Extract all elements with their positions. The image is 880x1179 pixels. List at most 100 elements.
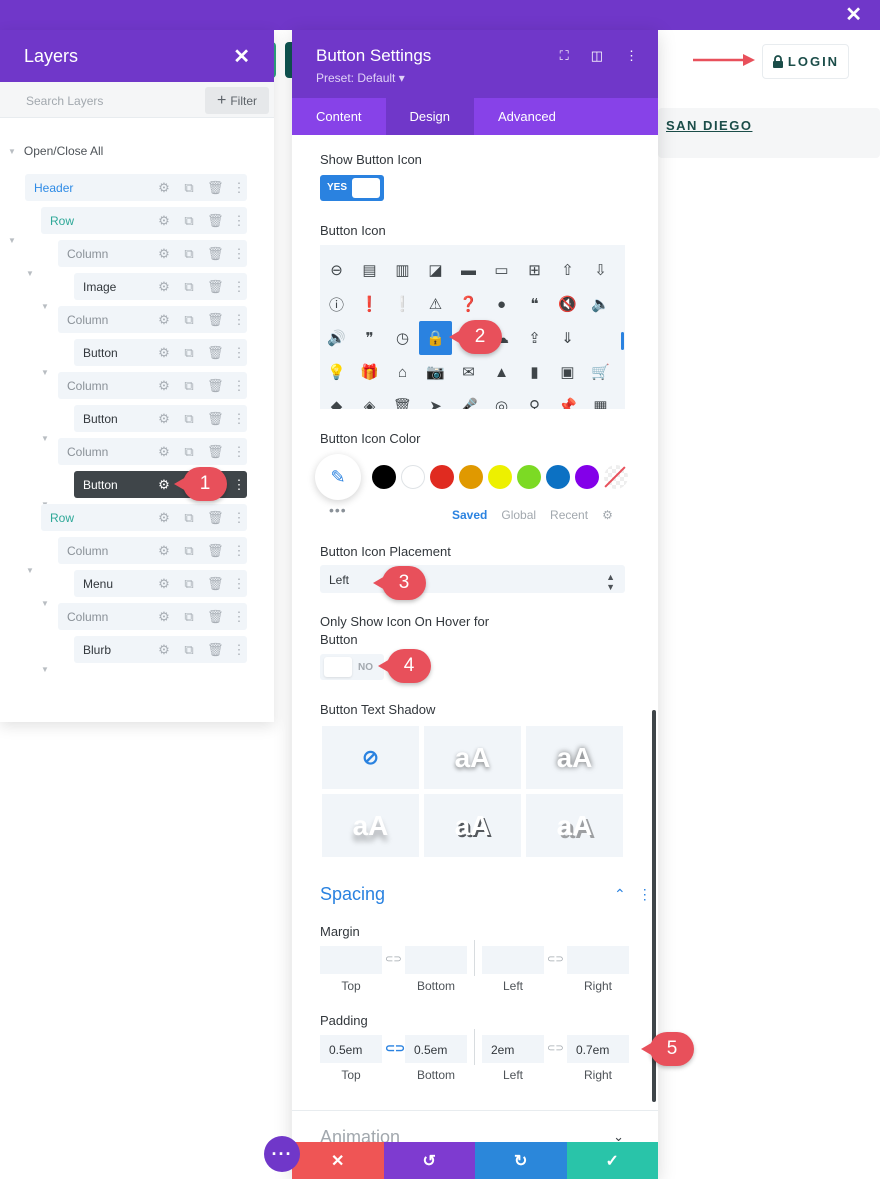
- shadow-preset[interactable]: aA: [424, 794, 521, 857]
- folder-up-icon[interactable]: ⇧: [551, 253, 584, 287]
- gear-icon[interactable]: ⚙: [157, 312, 171, 328]
- duplicate-icon[interactable]: ⧉: [182, 213, 196, 229]
- margin-top-input[interactable]: [320, 946, 382, 974]
- duplicate-icon[interactable]: ⧉: [182, 246, 196, 262]
- document-lines-icon[interactable]: ▥: [386, 253, 419, 287]
- gear-icon[interactable]: ⚙: [157, 477, 171, 493]
- no-shadow-icon[interactable]: ⊘: [322, 726, 419, 789]
- trash-icon[interactable]: 🗑: [207, 279, 224, 295]
- duplicate-icon[interactable]: ⧉: [182, 180, 196, 196]
- shadow-preset[interactable]: aA: [526, 794, 623, 857]
- more-options-icon[interactable]: ⋮: [232, 345, 246, 361]
- trash-icon[interactable]: 🗑: [207, 411, 224, 427]
- more-options-icon[interactable]: ⋮: [232, 213, 246, 229]
- link-icon[interactable]: ⊂⊃: [385, 954, 402, 965]
- duplicate-icon[interactable]: ⧉: [182, 543, 196, 559]
- color-swatch[interactable]: [546, 465, 570, 489]
- color-swatch[interactable]: [401, 465, 425, 489]
- redo-button[interactable]: ↻: [475, 1142, 567, 1179]
- layer-item-module[interactable]: Button⚙⧉🗑⋮: [74, 405, 247, 432]
- palette-tab-recent[interactable]: Recent: [550, 508, 588, 522]
- duplicate-icon[interactable]: ⧉: [182, 279, 196, 295]
- triangle-down-icon[interactable]: ▼: [41, 665, 49, 674]
- duplicate-icon[interactable]: ⧉: [182, 609, 196, 625]
- palette-tab-global[interactable]: Global: [501, 508, 536, 522]
- layer-item-column[interactable]: Column ⚙ ⧉ 🗑 ⋮: [58, 537, 247, 564]
- duplicate-icon[interactable]: ⧉: [182, 378, 196, 394]
- color-swatch[interactable]: [459, 465, 483, 489]
- chevron-up-icon[interactable]: ⌃: [614, 886, 626, 903]
- tab-content[interactable]: Content: [292, 98, 386, 135]
- save-button[interactable]: ✓: [566, 1142, 658, 1179]
- camera-icon[interactable]: 📷: [419, 355, 452, 389]
- gear-icon[interactable]: ⚙: [157, 213, 171, 229]
- triangle-down-icon[interactable]: ▼: [26, 566, 34, 575]
- folder-down-icon[interactable]: ⇩: [584, 253, 617, 287]
- trash-icon[interactable]: 🗑: [207, 312, 224, 328]
- triangle-down-icon[interactable]: ▼: [26, 269, 34, 278]
- duplicate-icon[interactable]: ⧉: [182, 345, 196, 361]
- gear-icon[interactable]: ⚙: [157, 345, 171, 361]
- clipboard-icon[interactable]: ▣: [551, 355, 584, 389]
- triangle-down-icon[interactable]: ▼: [41, 368, 49, 377]
- map-icon[interactable]: ▦: [584, 389, 617, 409]
- more-options-icon[interactable]: ⋮: [232, 411, 246, 427]
- search-input[interactable]: Search Layers: [26, 94, 103, 108]
- padding-top-input[interactable]: 0.5em: [320, 1035, 382, 1063]
- shadow-preset[interactable]: aA: [526, 726, 623, 789]
- triangle-down-icon[interactable]: ▼: [8, 236, 16, 245]
- color-swatch[interactable]: [488, 465, 512, 489]
- preset-dropdown[interactable]: Preset: Default ▾: [316, 71, 405, 85]
- more-colors-icon[interactable]: •••: [329, 502, 347, 518]
- layer-item-module[interactable]: Button⚙⧉🗑⋮: [74, 339, 247, 366]
- eyedropper-icon[interactable]: ✎: [315, 454, 361, 500]
- margin-bottom-input[interactable]: [405, 946, 467, 974]
- color-swatch[interactable]: [517, 465, 541, 489]
- volume-icon[interactable]: 🔈: [584, 287, 617, 321]
- gear-icon[interactable]: ⚙: [602, 508, 613, 522]
- trash-icon[interactable]: 🗑: [207, 180, 224, 196]
- warning-icon[interactable]: ⚠: [419, 287, 452, 321]
- quote-icon[interactable]: ❞: [353, 321, 386, 355]
- open-close-all[interactable]: ▼ Open/Close All: [8, 144, 103, 158]
- layer-item-column[interactable]: Column ⚙ ⧉ 🗑 ⋮: [58, 372, 247, 399]
- login-button[interactable]: LOGIN: [762, 44, 849, 79]
- layer-item-module[interactable]: Image ⚙ ⧉ 🗑 ⋮: [74, 273, 247, 300]
- gear-icon[interactable]: ⚙: [157, 246, 171, 262]
- color-swatch[interactable]: [430, 465, 454, 489]
- microphone-icon[interactable]: 🎤: [452, 389, 485, 409]
- trash-icon[interactable]: 🗑: [207, 246, 224, 262]
- gear-icon[interactable]: ⚙: [157, 642, 171, 658]
- close-icon[interactable]: ✕: [233, 44, 250, 69]
- tab-advanced[interactable]: Advanced: [474, 98, 580, 135]
- triangle-down-icon[interactable]: ▼: [41, 302, 49, 311]
- duplicate-icon[interactable]: ⧉: [182, 510, 196, 526]
- close-builder-icon[interactable]: ✕: [845, 4, 862, 26]
- comments-icon[interactable]: ❝: [518, 287, 551, 321]
- more-options-icon[interactable]: ⋮: [232, 576, 246, 592]
- tab-design[interactable]: Design: [385, 98, 475, 135]
- fullscreen-icon[interactable]: ⛶: [560, 48, 569, 64]
- cart-icon[interactable]: 🛒: [584, 355, 617, 389]
- icon-picker-scrollbar[interactable]: [621, 332, 624, 350]
- trash-icon[interactable]: 🗑: [207, 378, 224, 394]
- more-options-icon[interactable]: ⋮: [232, 477, 246, 493]
- cursor-icon[interactable]: ➤: [419, 389, 452, 409]
- home-icon[interactable]: ⌂: [386, 355, 419, 389]
- trash-icon[interactable]: 🗑: [207, 576, 224, 592]
- tag-icon[interactable]: ◆: [320, 389, 353, 409]
- margin-right-input[interactable]: [567, 946, 629, 974]
- triangle-down-icon[interactable]: ▼: [41, 599, 49, 608]
- map-pin-icon[interactable]: ⚲: [518, 389, 551, 409]
- minus-circle-icon[interactable]: ⊖: [320, 253, 353, 287]
- gear-icon[interactable]: ⚙: [157, 576, 171, 592]
- trash-icon[interactable]: 🗑: [386, 389, 419, 409]
- exclamation-circle-icon[interactable]: ❕: [386, 287, 419, 321]
- pushpin-icon[interactable]: 📌: [551, 389, 584, 409]
- trash-icon[interactable]: 🗑: [207, 213, 224, 229]
- bookmark-icon[interactable]: ▮: [518, 355, 551, 389]
- nav-item-san-diego[interactable]: SAN DIEGO: [666, 118, 752, 133]
- shadow-preset[interactable]: aA: [322, 794, 419, 857]
- folder-plus-icon[interactable]: ⊞: [518, 253, 551, 287]
- duplicate-icon[interactable]: ⧉: [182, 411, 196, 427]
